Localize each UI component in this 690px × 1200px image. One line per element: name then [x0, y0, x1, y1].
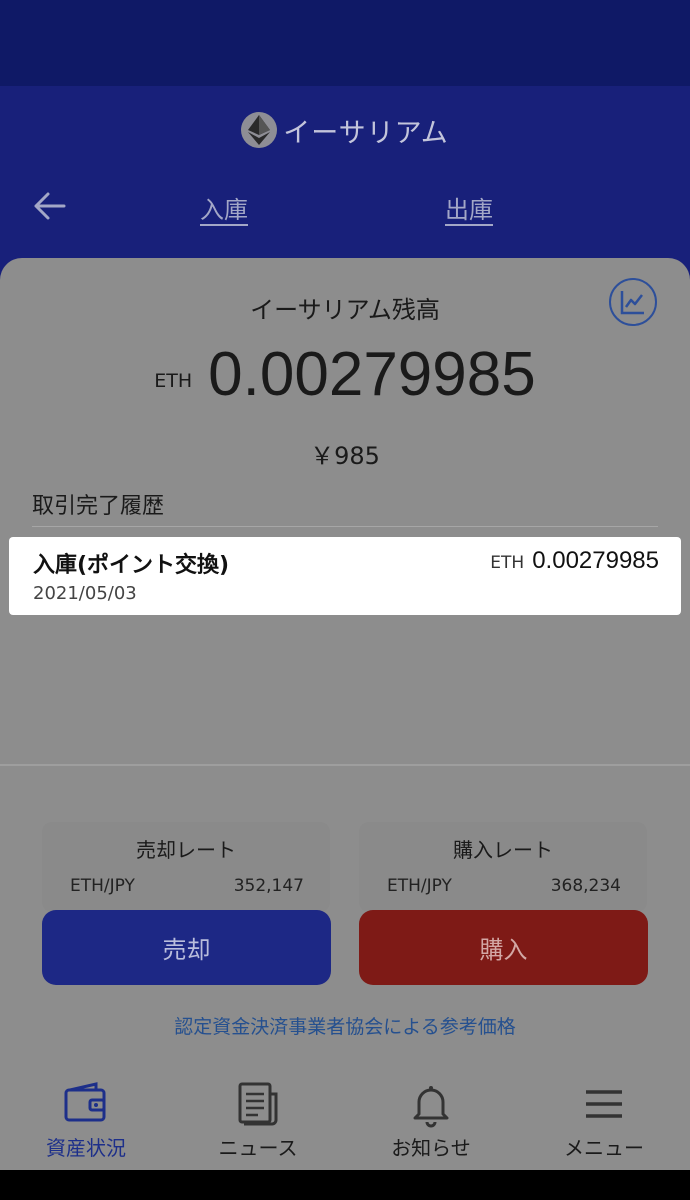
transaction-unit: ETH: [490, 553, 525, 573]
transaction-row[interactable]: 入庫(ポイント交換) 2021/05/03 ETH 0.00279985: [9, 537, 681, 615]
bottom-tab-bar: 資産状況 ニュース お知らせ メニュー: [0, 1074, 690, 1170]
transaction-date: 2021/05/03: [33, 583, 137, 604]
deposit-link[interactable]: 入庫: [200, 190, 248, 225]
tab-menu-label: メニュー: [564, 1136, 644, 1160]
news-icon: [238, 1082, 278, 1126]
sell-rate-card: 売却レート ETH/JPY 352,147: [42, 822, 330, 912]
sell-button[interactable]: 売却: [42, 910, 331, 985]
buy-button[interactable]: 購入: [359, 910, 648, 985]
divider: [0, 764, 690, 766]
sell-rate-value: 352,147: [233, 876, 304, 896]
page-title: イーサリアム: [0, 108, 690, 152]
tab-menu[interactable]: メニュー: [518, 1074, 690, 1170]
tab-news[interactable]: ニュース: [172, 1074, 344, 1170]
ethereum-logo-icon: [241, 112, 278, 148]
transaction-amount: ETH 0.00279985: [490, 547, 659, 575]
status-bar: [0, 0, 690, 86]
history-title: 取引完了履歴: [32, 494, 165, 519]
balance-value: 0.00279985: [208, 340, 536, 409]
balance-label: イーサリアム残高: [250, 296, 440, 324]
bell-icon: [413, 1086, 449, 1128]
page-title-text: イーサリアム: [283, 117, 449, 149]
tab-assets-label: 資産状況: [46, 1136, 126, 1160]
buy-rate-value: 368,234: [550, 876, 621, 896]
tab-notifications[interactable]: お知らせ: [345, 1074, 517, 1170]
sell-rate-title: 売却レート: [136, 838, 236, 862]
balance-unit: ETH: [154, 370, 193, 392]
tab-assets[interactable]: 資産状況: [0, 1074, 172, 1170]
wallet-icon: [64, 1082, 106, 1122]
divider: [32, 526, 658, 527]
buy-rate-pair: ETH/JPY: [387, 876, 452, 896]
tab-notifications-label: お知らせ: [391, 1136, 471, 1160]
withdraw-link[interactable]: 出庫: [445, 190, 493, 225]
balance-amount: ETH 0.00279985: [0, 344, 690, 406]
reference-price-link[interactable]: 認定資金決済事業者協会による参考価格: [0, 1012, 690, 1039]
buy-rate-title: 購入レート: [453, 838, 553, 862]
buy-rate-card: 購入レート ETH/JPY 368,234: [359, 822, 647, 912]
menu-icon: [586, 1090, 622, 1118]
transaction-value: 0.00279985: [532, 547, 659, 574]
fiat-value: ￥985: [310, 442, 380, 470]
back-arrow-icon[interactable]: [30, 186, 70, 226]
sell-rate-pair: ETH/JPY: [70, 876, 135, 896]
transaction-title: 入庫(ポイント交換): [33, 553, 230, 578]
tab-news-label: ニュース: [218, 1136, 298, 1160]
